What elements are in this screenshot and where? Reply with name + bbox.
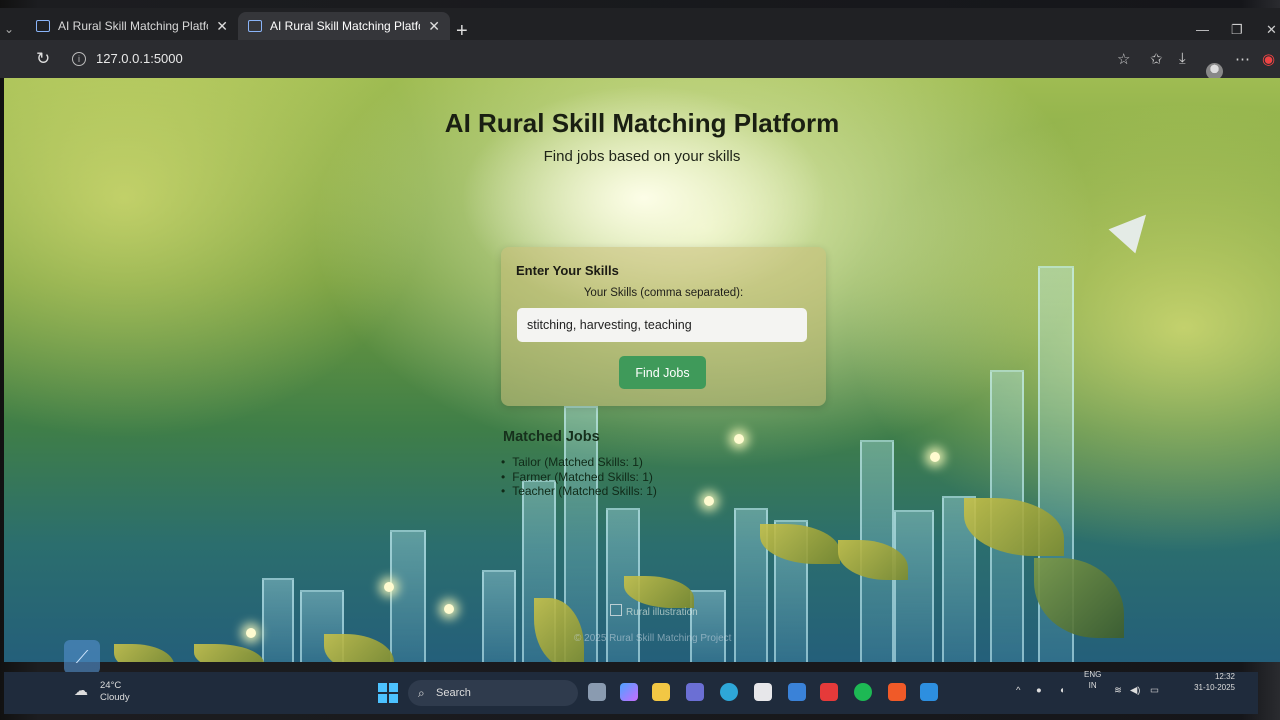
- minimize-icon[interactable]: —: [1196, 22, 1209, 37]
- matched-jobs-list: Tailor (Matched Skills: 1) Farmer (Match…: [503, 455, 657, 499]
- find-jobs-button[interactable]: Find Jobs: [619, 356, 706, 389]
- download-icon[interactable]: ⤓: [1179, 50, 1186, 67]
- tab-favicon-icon: [248, 20, 262, 32]
- system-clock[interactable]: 12:32 31-10-2025: [1169, 671, 1235, 693]
- search-icon: ⌕: [418, 686, 425, 700]
- taskbar-search[interactable]: ⌕ Search: [408, 680, 578, 706]
- region: IN: [1088, 681, 1097, 690]
- url-field[interactable]: 127.0.0.1:5000: [96, 51, 183, 66]
- search-label: Search: [436, 687, 471, 699]
- page-title: AI Rural Skill Matching Platform: [444, 108, 840, 138]
- skills-form-card: Enter Your Skills Your Skills (comma sep…: [501, 247, 826, 406]
- tab-1[interactable]: AI Rural Skill Matching Platform ✕: [26, 12, 238, 40]
- taskbar: ☁ 24°C Cloudy ⌕ Search ^ ● ◐ ENG IN ≋ ◀)…: [4, 669, 1258, 714]
- language: ENG: [1084, 670, 1102, 679]
- list-item: Tailor (Matched Skills: 1): [503, 455, 657, 470]
- wifi-icon[interactable]: ≋: [1114, 685, 1122, 696]
- clock-time: 12:32: [1214, 672, 1235, 681]
- list-item: Farmer (Matched Skills: 1): [503, 470, 657, 485]
- page-footer: © 2025 Rural Skill Matching Project: [574, 633, 732, 644]
- glow-dot-graphic: [704, 496, 714, 506]
- close-tab-icon[interactable]: ✕: [428, 18, 440, 35]
- copilot-taskbar-icon[interactable]: [620, 683, 638, 701]
- task-view-icon[interactable]: [588, 683, 606, 701]
- matched-jobs-heading: Matched Jobs: [503, 429, 600, 445]
- volume-icon[interactable]: ◀): [1130, 685, 1140, 696]
- weather-temp: 24°C: [100, 680, 122, 691]
- image-alt-text: Rural illustration: [626, 607, 698, 618]
- glow-dot-graphic: [246, 628, 256, 638]
- glow-dot-graphic: [930, 452, 940, 462]
- tab-title: AI Rural Skill Matching Platform: [270, 19, 420, 33]
- teams-icon[interactable]: [686, 683, 704, 701]
- glow-dot-graphic: [384, 582, 394, 592]
- weather-widget[interactable]: ☁ 24°C Cloudy: [74, 680, 130, 704]
- file-explorer-icon[interactable]: [652, 683, 670, 701]
- list-item: Teacher (Matched Skills: 1): [503, 484, 657, 499]
- tab-2[interactable]: AI Rural Skill Matching Platform ✕: [238, 12, 450, 40]
- favorites-icon[interactable]: ✩: [1150, 50, 1163, 68]
- tab-favicon-icon: [36, 20, 50, 32]
- leaf-graphic: [194, 644, 264, 662]
- edge-icon[interactable]: [720, 683, 738, 701]
- close-window-icon[interactable]: ✕: [1266, 22, 1277, 38]
- site-info-icon[interactable]: i: [72, 52, 86, 66]
- leaf-graphic: [760, 524, 840, 564]
- tray-app-icon[interactable]: ◐: [1060, 685, 1066, 696]
- tab-list-chevron-icon[interactable]: ⌄: [4, 22, 14, 36]
- glow-dot-graphic: [444, 604, 454, 614]
- brave-icon[interactable]: [888, 683, 906, 701]
- address-bar: ↻ i 127.0.0.1:5000 ☆ ✩ ⤓ ⋯ ◉: [0, 40, 1280, 78]
- close-tab-icon[interactable]: ✕: [216, 18, 228, 35]
- widgets-icon[interactable]: ⟋: [64, 640, 100, 674]
- language-indicator[interactable]: ENG IN: [1084, 669, 1101, 691]
- broken-image-icon: [610, 604, 622, 616]
- copilot-icon[interactable]: ◉: [1262, 50, 1275, 68]
- windows-start-icon[interactable]: [378, 683, 398, 703]
- star-icon[interactable]: ☆: [1117, 50, 1130, 68]
- leaf-graphic: [114, 644, 174, 662]
- youtube-icon[interactable]: [820, 683, 838, 701]
- glow-dot-graphic: [734, 434, 744, 444]
- clock-date: 31-10-2025: [1194, 683, 1235, 692]
- reload-icon[interactable]: ↻: [36, 49, 50, 69]
- store-icon[interactable]: [754, 683, 772, 701]
- browser-tab-bar: ⌄ AI Rural Skill Matching Platform ✕ AI …: [0, 8, 1280, 42]
- skills-label: Your Skills (comma separated):: [583, 287, 744, 299]
- vscode-icon[interactable]: [920, 683, 938, 701]
- tab-title: AI Rural Skill Matching Platform: [58, 19, 208, 33]
- form-heading: Enter Your Skills: [516, 263, 619, 278]
- page-subtitle: Find jobs based on your skills: [543, 148, 741, 165]
- broken-image: Rural illustration: [610, 604, 698, 618]
- app-icon[interactable]: [788, 683, 806, 701]
- leaf-graphic: [324, 634, 394, 662]
- maximize-icon[interactable]: ❐: [1231, 22, 1243, 38]
- page-viewport: AI Rural Skill Matching Platform Find jo…: [4, 78, 1280, 662]
- spotify-icon[interactable]: [854, 683, 872, 701]
- tray-chevron-icon[interactable]: ^: [1016, 685, 1020, 696]
- more-menu-icon[interactable]: ⋯: [1235, 50, 1250, 68]
- weather-desc: Cloudy: [100, 692, 130, 703]
- skills-input[interactable]: [517, 308, 807, 342]
- tray-app-icon[interactable]: ●: [1036, 685, 1042, 696]
- arrow-graphic: [1108, 202, 1160, 254]
- battery-icon[interactable]: ▭: [1150, 685, 1159, 696]
- cloud-icon: ☁: [74, 682, 88, 698]
